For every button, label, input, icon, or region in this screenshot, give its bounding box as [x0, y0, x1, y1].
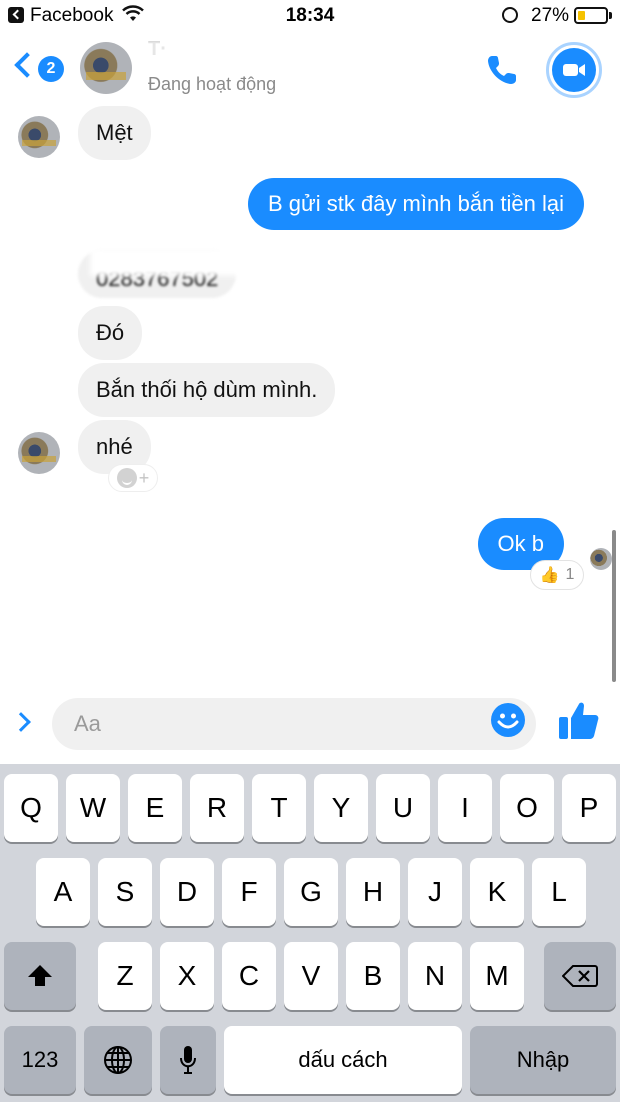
account-number-redaction: [90, 248, 310, 276]
message-bubble-incoming[interactable]: Đó: [78, 306, 143, 360]
key-d[interactable]: D: [160, 858, 214, 926]
return-key[interactable]: Nhập: [470, 1026, 616, 1094]
key-s[interactable]: S: [98, 858, 152, 926]
key-p[interactable]: P: [562, 774, 616, 842]
globe-key[interactable]: [84, 1026, 152, 1094]
back-chevron-icon[interactable]: [14, 52, 40, 78]
contact-avatar-small[interactable]: [18, 432, 60, 474]
battery-icon: [574, 7, 608, 24]
video-camera-icon: [552, 48, 596, 92]
key-t[interactable]: T: [252, 774, 306, 842]
contact-avatar[interactable]: [80, 42, 132, 94]
video-call-button[interactable]: [546, 42, 602, 98]
message-composer: [0, 694, 620, 756]
key-r[interactable]: R: [190, 774, 244, 842]
smiley-icon: [116, 468, 137, 488]
message-bubble-incoming[interactable]: Bắn thối hộ dùm mình.: [78, 363, 336, 417]
battery-percent: 27%: [531, 5, 570, 26]
conversation-header: 2 T· Đang hoạt động: [0, 34, 620, 106]
name-redaction: [140, 38, 310, 70]
key-a[interactable]: A: [36, 858, 90, 926]
message-input[interactable]: [52, 698, 536, 750]
phone-icon[interactable]: [484, 52, 520, 88]
globe-icon: [104, 1046, 132, 1074]
space-key[interactable]: dấu cách: [224, 1026, 462, 1094]
key-u[interactable]: U: [376, 774, 430, 842]
key-f[interactable]: F: [222, 858, 276, 926]
rotation-lock-icon: [502, 7, 518, 23]
key-x[interactable]: X: [160, 942, 214, 1010]
unread-badge[interactable]: 2: [38, 56, 64, 82]
backspace-key[interactable]: [544, 942, 616, 1010]
key-g[interactable]: G: [284, 858, 338, 926]
message-bubble-outgoing[interactable]: B gửi stk đây mình bắn tiền lại: [248, 178, 584, 230]
microphone-key[interactable]: [160, 1026, 216, 1094]
key-i[interactable]: I: [438, 774, 492, 842]
key-q[interactable]: Q: [4, 774, 58, 842]
key-j[interactable]: J: [408, 858, 462, 926]
add-reaction-button[interactable]: +: [108, 464, 158, 492]
expand-chevron-icon[interactable]: [11, 712, 31, 732]
key-y[interactable]: Y: [314, 774, 368, 842]
message-bubble-incoming[interactable]: Mệt: [78, 106, 151, 160]
key-w[interactable]: W: [66, 774, 120, 842]
key-k[interactable]: K: [470, 858, 524, 926]
key-c[interactable]: C: [222, 942, 276, 1010]
key-l[interactable]: L: [532, 858, 586, 926]
key-h[interactable]: H: [346, 858, 400, 926]
battery-tip: [609, 12, 612, 19]
clock: 18:34: [285, 5, 335, 26]
microphone-icon: [180, 1046, 196, 1074]
shift-key[interactable]: [4, 942, 76, 1010]
key-e[interactable]: E: [128, 774, 182, 842]
thumbs-up-icon[interactable]: [556, 698, 602, 744]
onscreen-keyboard: Q W E R T Y U I O P A S D F G H J K L Z …: [0, 764, 620, 1102]
shift-arrow-icon: [28, 965, 52, 986]
key-m[interactable]: M: [470, 942, 524, 1010]
key-n[interactable]: N: [408, 942, 462, 1010]
reaction-badge[interactable]: 👍 1: [530, 560, 584, 590]
contact-avatar-small[interactable]: [18, 116, 60, 158]
emoji-icon[interactable]: [490, 702, 526, 738]
active-status: Đang hoạt động: [148, 74, 277, 94]
plus-icon: +: [138, 467, 150, 488]
seen-avatar: [590, 548, 612, 570]
key-z[interactable]: Z: [98, 942, 152, 1010]
battery-level: [578, 11, 586, 20]
reaction-count: 1: [565, 566, 575, 583]
numbers-key[interactable]: 123: [4, 1026, 76, 1094]
scrollbar[interactable]: [612, 530, 616, 682]
key-v[interactable]: V: [284, 942, 338, 1010]
thumbs-up-reaction-icon: 👍: [539, 567, 560, 584]
key-o[interactable]: O: [500, 774, 554, 842]
key-b[interactable]: B: [346, 942, 400, 1010]
backspace-icon: [562, 965, 598, 987]
status-bar: Facebook 18:34 27%: [0, 0, 620, 34]
